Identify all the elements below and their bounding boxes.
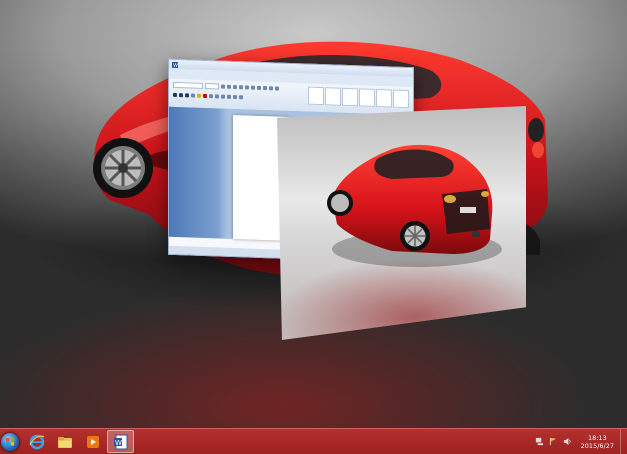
internet-explorer-icon [28, 434, 44, 449]
ribbon-button-icon [233, 84, 237, 90]
media-player-icon [86, 435, 99, 448]
ribbon-button-icon [263, 86, 267, 91]
tray-volume[interactable] [563, 437, 573, 447]
flag-icon [550, 437, 557, 446]
underline-icon [185, 93, 189, 98]
ribbon-button-icon [275, 86, 279, 91]
taskbar-clock[interactable]: 18:13 2015/6/27 [581, 434, 614, 450]
style-swatch [376, 88, 392, 108]
ribbon-button-icon [215, 94, 219, 99]
italic-icon [179, 93, 183, 98]
style-swatch [308, 86, 324, 106]
font-size-box [205, 82, 219, 90]
ribbon-button-icon [227, 84, 231, 89]
windows-start-orb-icon [1, 432, 19, 451]
taskbar: W 18:13 2015/6/27 [0, 428, 627, 454]
clock-date: 2015/6/27 [580, 441, 614, 450]
svg-text:W: W [173, 62, 178, 67]
highlight-icon [197, 93, 201, 98]
taskbar-file-explorer[interactable] [51, 430, 78, 453]
ribbon-row-font [173, 81, 279, 92]
ribbon-button-icon [221, 84, 225, 89]
volume-icon [564, 437, 571, 446]
tray-action-center[interactable] [549, 437, 559, 447]
ribbon-button-icon [221, 94, 225, 99]
ribbon-button-icon [251, 85, 255, 90]
ribbon-button-icon [239, 95, 243, 100]
font-color-icon [203, 93, 207, 99]
word-tab [179, 69, 185, 79]
taskbar-internet-explorer[interactable] [23, 430, 50, 453]
system-tray: 18:13 2015/6/27 [535, 429, 627, 454]
style-swatch [359, 88, 375, 107]
ribbon-button-icon [233, 94, 237, 100]
clock-time: 18:13 [587, 433, 607, 442]
bold-icon [173, 92, 177, 98]
ribbon-row-format [173, 92, 243, 100]
ribbon-button-icon [269, 86, 273, 91]
photo-car-image [327, 144, 502, 267]
ribbon-button-icon [191, 93, 195, 98]
show-desktop-button[interactable] [620, 429, 627, 454]
ribbon-button-icon [209, 94, 213, 99]
tray-network[interactable] [535, 437, 545, 447]
style-swatch [342, 87, 358, 107]
ribbon-button-icon [245, 85, 249, 90]
taskbar-word[interactable]: W [107, 430, 134, 453]
start-button[interactable] [0, 430, 22, 454]
taskbar-media-player[interactable] [79, 430, 106, 453]
word-document-icon: W [113, 434, 127, 449]
ribbon-button-icon [227, 94, 231, 99]
svg-text:W: W [115, 439, 122, 447]
style-swatch [325, 87, 341, 106]
flip-3d-window-stack: W [0, 0, 627, 428]
desktop: W [0, 0, 627, 428]
ribbon-button-icon [239, 85, 243, 90]
word-document-icon: W [172, 61, 178, 68]
file-explorer-icon [57, 436, 72, 448]
styles-gallery [308, 86, 409, 109]
ribbon-button-icon [257, 85, 261, 90]
style-swatch [393, 89, 409, 109]
network-icon [536, 437, 544, 446]
font-name-box [173, 81, 203, 89]
